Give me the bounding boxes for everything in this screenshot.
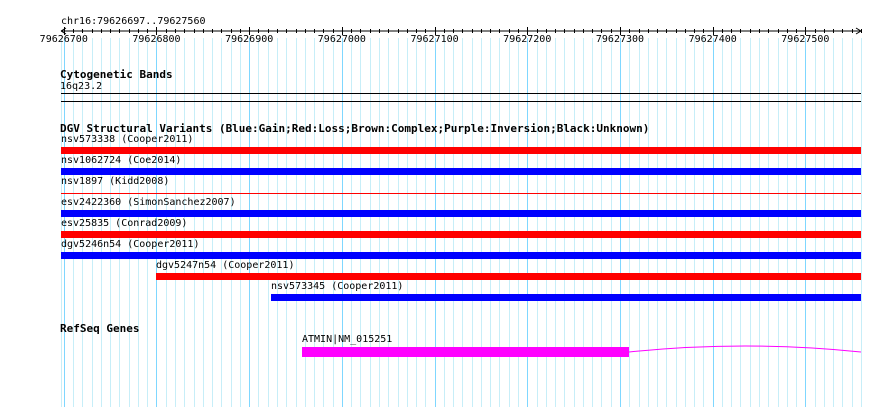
genome-browser-view: chr16:79626697..79627560 79626700 7962680…: [0, 0, 890, 407]
gene-intron-line: [628, 345, 862, 353]
